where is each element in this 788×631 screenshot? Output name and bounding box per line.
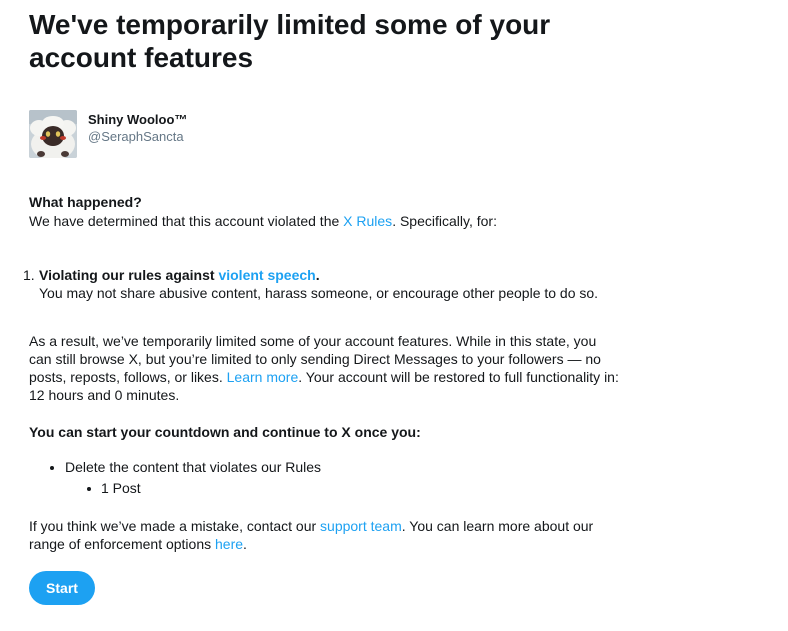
violation-title: Violating our rules against violent spee… [29, 266, 629, 284]
result-line3-text: posts, reposts, follows, or likes. [29, 369, 227, 385]
requirement-subitem: 1 Post [29, 479, 529, 500]
result-line4: 12 hours and 0 minutes. [29, 387, 180, 403]
bullet-icon [50, 466, 54, 470]
violation-summary: We have determined that this account vio… [29, 212, 497, 230]
violation-summary-text: We have determined that this account vio… [29, 213, 344, 229]
mistake-line1-end: . You can learn more about our [401, 518, 594, 534]
support-team-link[interactable]: support team [320, 518, 402, 534]
violation-summary-text-end: . Specifically, for: [392, 213, 497, 229]
result-line2: can still browse X, but you’re limited t… [29, 351, 601, 367]
mistake-line1: If you think we’ve made a mistake, conta… [29, 517, 625, 535]
requirements-list: Delete the content that violates our Rul… [29, 458, 529, 500]
result-paragraph: As a result, we’ve temporarily limited s… [29, 332, 625, 404]
result-line1: As a result, we’ve temporarily limited s… [29, 333, 597, 349]
violation-title-text: Violating our rules against [39, 267, 219, 283]
violation-title-end: . [315, 267, 320, 283]
violation-list-item: 1. Violating our rules against violent s… [23, 266, 629, 302]
limited-features-page: We've temporarily limited some of your a… [23, 0, 629, 605]
learn-more-link[interactable]: Learn more [227, 369, 299, 385]
mistake-line2-end: . [243, 536, 247, 552]
sub-bullet-icon [87, 487, 91, 491]
result-line3-end: . Your account will be restored to full … [298, 369, 619, 385]
avatar [29, 110, 77, 158]
mistake-paragraph: If you think we’ve made a mistake, conta… [29, 517, 625, 553]
violation-number: 1. [23, 267, 35, 283]
x-rules-link[interactable]: X Rules [343, 213, 392, 229]
countdown-heading: You can start your countdown and continu… [29, 424, 421, 440]
enforcement-options-link[interactable]: here [215, 536, 243, 552]
mistake-line2: range of enforcement options here. [29, 535, 625, 553]
requirement-subitem-text: 1 Post [101, 480, 141, 496]
page-title-line2: account features [29, 42, 254, 73]
page-title-line1: We've temporarily limited some of your [29, 9, 551, 40]
display-name: Shiny Wooloo™ [88, 112, 188, 127]
requirement-item: Delete the content that violates our Rul… [29, 458, 529, 479]
violation-description: You may not share abusive content, haras… [39, 285, 599, 301]
result-line3: posts, reposts, follows, or likes. Learn… [29, 368, 625, 386]
mistake-line1-text: If you think we’ve made a mistake, conta… [29, 518, 321, 534]
page-title: We've temporarily limited some of your a… [29, 8, 629, 74]
account-names: Shiny Wooloo™ @SeraphSancta [88, 111, 187, 145]
violent-speech-link[interactable]: violent speech [218, 267, 315, 283]
wooloo-avatar-image [29, 110, 77, 158]
user-handle: @SeraphSancta [88, 129, 184, 144]
what-happened-heading: What happened? [29, 194, 142, 210]
account-info: Shiny Wooloo™ @SeraphSancta [29, 110, 187, 158]
mistake-line2-text: range of enforcement options [29, 536, 216, 552]
start-button[interactable]: Start [29, 571, 95, 605]
requirement-text: Delete the content that violates our Rul… [65, 459, 322, 475]
